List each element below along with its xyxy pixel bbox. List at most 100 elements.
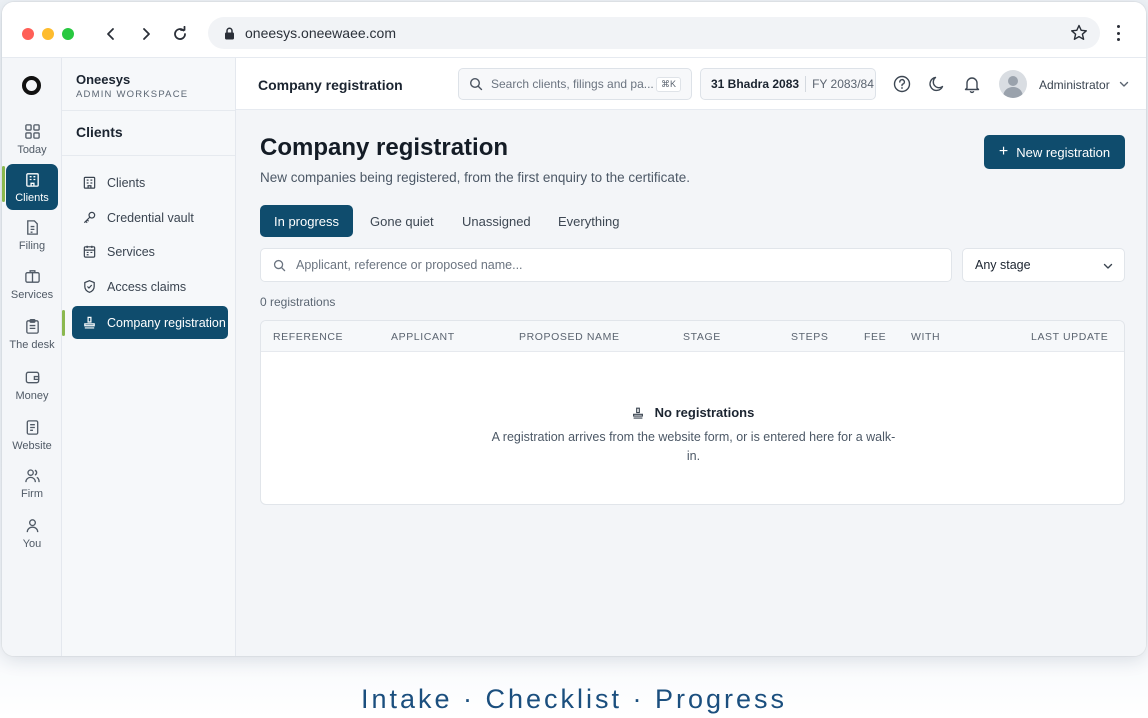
search-icon bbox=[469, 77, 483, 91]
column-header[interactable]: FEE bbox=[864, 331, 886, 343]
tab-unassigned[interactable]: Unassigned bbox=[448, 205, 545, 237]
column-header[interactable]: LAST UPDATE bbox=[1031, 331, 1108, 343]
sidebar-item-label: Credential vault bbox=[107, 210, 194, 225]
maximize-window-button[interactable] bbox=[62, 28, 74, 40]
browser-window: oneesys.oneewaee.com Today Clients Filin… bbox=[2, 2, 1146, 656]
key-icon bbox=[83, 211, 96, 224]
rail-item-today[interactable]: Today bbox=[6, 116, 58, 162]
sidebar-item-services[interactable]: Services bbox=[72, 235, 228, 268]
chevron-down-icon bbox=[1103, 263, 1113, 269]
sidebar: Oneesys ADMIN WORKSPACE Clients Clients … bbox=[62, 58, 236, 656]
registration-count: 0 registrations bbox=[260, 295, 336, 309]
rail-item-label: Today bbox=[17, 143, 47, 156]
empty-state-description: A registration arrives from the website … bbox=[491, 430, 896, 463]
reload-icon[interactable] bbox=[166, 20, 194, 48]
sidebar-item-credential-vault[interactable]: Credential vault bbox=[72, 201, 228, 234]
back-icon[interactable] bbox=[97, 20, 125, 48]
empty-state-title: No registrations bbox=[261, 405, 1124, 420]
date-display[interactable]: 31 Bhadra 2083 FY 2083/84 bbox=[700, 68, 876, 100]
column-header[interactable]: STEPS bbox=[791, 331, 828, 343]
sidebar-item-label: Services bbox=[107, 244, 155, 259]
page-title: Company registration bbox=[260, 134, 509, 161]
rail-item-you[interactable]: You bbox=[6, 510, 58, 556]
rail-item-filing[interactable]: Filing bbox=[6, 212, 58, 258]
url-text: oneesys.oneewaee.com bbox=[245, 25, 396, 41]
brand-name: Oneesys bbox=[76, 72, 131, 87]
wallet-icon bbox=[25, 371, 39, 383]
rail-item-firm[interactable]: Firm bbox=[6, 460, 58, 506]
stamp-icon bbox=[632, 407, 643, 419]
minimize-window-button[interactable] bbox=[42, 28, 54, 40]
user-name[interactable]: Administrator bbox=[1039, 78, 1110, 92]
chevron-down-icon[interactable] bbox=[1118, 78, 1130, 90]
users-icon bbox=[24, 468, 40, 482]
rail-item-money[interactable]: Money bbox=[6, 362, 58, 408]
rail-item-clients[interactable]: Clients bbox=[6, 164, 58, 210]
column-header[interactable]: APPLICANT bbox=[391, 331, 455, 343]
page-icon bbox=[26, 419, 38, 435]
table-header: REFERENCE APPLICANT PROPOSED NAME STAGE … bbox=[261, 321, 1124, 352]
sidebar-item-clients[interactable]: Clients bbox=[72, 166, 228, 199]
building-icon bbox=[83, 176, 96, 189]
topbar-title: Company registration bbox=[258, 77, 403, 93]
column-header[interactable]: REFERENCE bbox=[273, 331, 343, 343]
user-icon bbox=[26, 518, 38, 532]
current-date: 31 Bhadra 2083 bbox=[711, 77, 800, 91]
sidebar-active-indicator bbox=[62, 310, 65, 336]
rail-active-indicator bbox=[2, 166, 5, 202]
column-header[interactable]: WITH bbox=[911, 331, 940, 343]
top-bar: Company registration Search clients, fil… bbox=[236, 58, 1146, 110]
avatar[interactable] bbox=[999, 70, 1027, 98]
rail-item-label: Money bbox=[15, 389, 49, 402]
browser-toolbar: oneesys.oneewaee.com bbox=[2, 2, 1146, 58]
column-header[interactable]: STAGE bbox=[683, 331, 721, 343]
search-placeholder: Search clients, filings and pa... bbox=[491, 77, 654, 91]
bookmark-star-icon[interactable] bbox=[1068, 22, 1090, 44]
stage-select[interactable]: Any stage bbox=[962, 248, 1125, 282]
rail-item-label: The desk bbox=[9, 338, 55, 351]
rail-item-website[interactable]: Website bbox=[6, 412, 58, 458]
app-rail: Today Clients Filing Services The desk M… bbox=[2, 58, 62, 656]
tab-gone-quiet[interactable]: Gone quiet bbox=[356, 205, 448, 237]
filter-placeholder: Applicant, reference or proposed name... bbox=[296, 258, 523, 272]
rail-item-label: Services bbox=[10, 288, 54, 301]
new-registration-button[interactable]: + New registration bbox=[984, 135, 1125, 169]
empty-state-title-text: No registrations bbox=[654, 405, 755, 420]
forward-icon[interactable] bbox=[132, 20, 160, 48]
shield-icon bbox=[84, 280, 95, 293]
document-icon bbox=[26, 219, 38, 235]
new-registration-label: New registration bbox=[1016, 144, 1111, 160]
tab-in-progress[interactable]: In progress bbox=[260, 205, 354, 237]
sidebar-title: Clients bbox=[76, 124, 123, 140]
close-window-button[interactable] bbox=[22, 28, 34, 40]
app-logo bbox=[22, 76, 41, 95]
rail-item-label: Filing bbox=[18, 239, 46, 252]
page-subtitle: New companies being registered, from the… bbox=[260, 170, 690, 185]
date-divider bbox=[805, 76, 807, 92]
address-bar[interactable]: oneesys.oneewaee.com bbox=[208, 17, 1100, 49]
column-header[interactable]: PROPOSED NAME bbox=[519, 331, 620, 343]
sidebar-item-access-claims[interactable]: Access claims bbox=[72, 270, 228, 303]
search-icon bbox=[273, 259, 286, 271]
rail-item-label: Clients bbox=[15, 191, 49, 204]
rail-item-label: Website bbox=[12, 439, 52, 452]
clipboard-icon bbox=[25, 318, 39, 334]
tagline: Intake · Checklist · Progress bbox=[360, 684, 788, 714]
rail-item-services[interactable]: Services bbox=[6, 261, 58, 307]
moon-icon[interactable] bbox=[927, 74, 947, 94]
registration-search-input[interactable]: Applicant, reference or proposed name... bbox=[260, 248, 952, 282]
tab-everything[interactable]: Everything bbox=[544, 205, 633, 237]
sidebar-item-label: Company registration bbox=[107, 315, 226, 330]
global-search-input[interactable]: Search clients, filings and pa... ⌘K bbox=[458, 68, 692, 100]
building-icon bbox=[25, 172, 39, 187]
sidebar-item-company-registration[interactable]: Company registration bbox=[72, 306, 228, 339]
plus-icon: + bbox=[998, 143, 1009, 160]
help-icon[interactable] bbox=[892, 74, 912, 94]
browser-menu-icon[interactable] bbox=[1110, 23, 1126, 43]
main-content: Company registration New companies being… bbox=[236, 110, 1146, 656]
brand-subtitle: ADMIN WORKSPACE bbox=[76, 89, 189, 100]
rail-item-label: You bbox=[22, 537, 42, 550]
rail-item-the-desk[interactable]: The desk bbox=[6, 311, 58, 357]
stage-select-value: Any stage bbox=[975, 258, 1031, 272]
bell-icon[interactable] bbox=[962, 74, 982, 94]
